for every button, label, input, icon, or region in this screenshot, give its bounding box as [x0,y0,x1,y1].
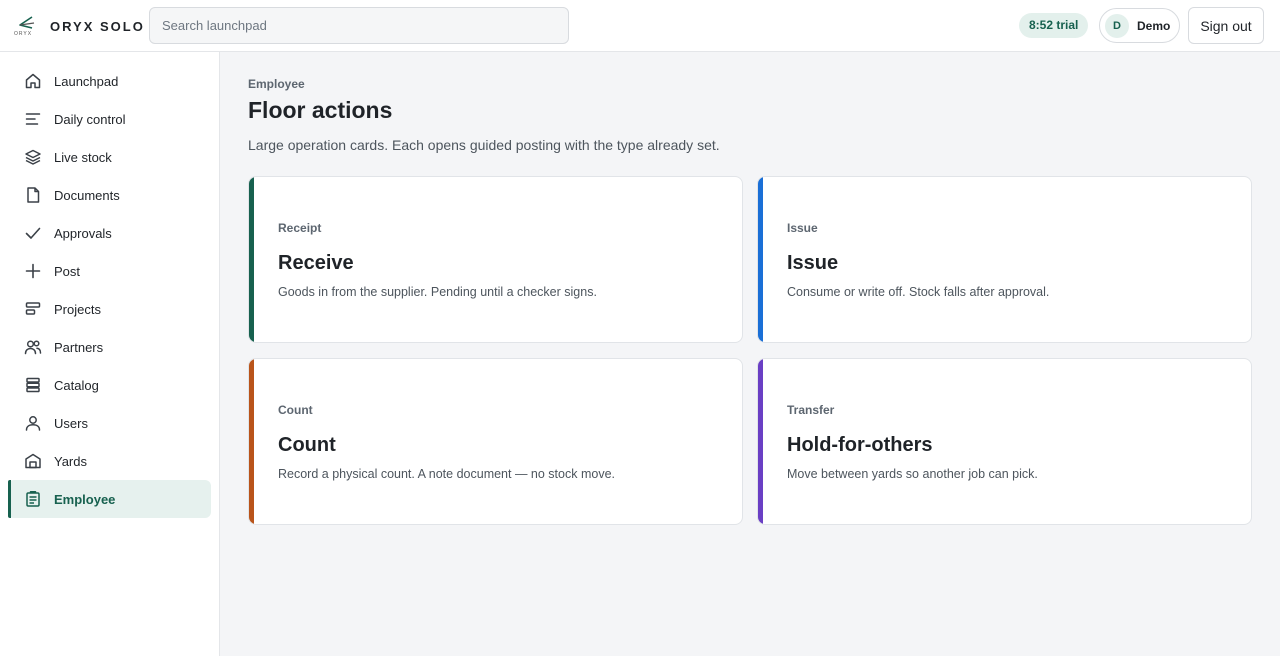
card-kind: Count [278,403,313,417]
sidebar-item-approvals[interactable]: Approvals [8,214,211,252]
card-issue[interactable]: Issue Issue Consume or write off. Stock … [757,176,1252,343]
main-content: Employee Floor actions Large operation c… [220,52,1280,656]
sidebar-item-employee[interactable]: Employee [8,480,211,518]
sidebar-item-label: Projects [54,301,101,317]
user-name: Demo [1137,18,1171,33]
logo-text: ORYX [14,31,33,37]
card-description: Record a physical count. A note document… [278,467,615,481]
breadcrumb: Employee [248,77,305,91]
card-description: Consume or write off. Stock falls after … [787,285,1050,299]
brand-name: ORYX SOLO [50,18,145,34]
home-icon [24,72,42,90]
sidebar-item-label: Live stock [54,149,112,165]
sidebar-item-launchpad[interactable]: Launchpad [8,62,211,100]
card-accent-bar [249,359,254,524]
sidebar-item-users[interactable]: Users [8,404,211,442]
projects-icon [24,300,42,318]
check-icon [24,224,42,242]
sidebar-item-documents[interactable]: Documents [8,176,211,214]
card-title: Issue [787,252,839,274]
sidebar-item-yards[interactable]: Yards [8,442,211,480]
sign-out-button[interactable]: Sign out [1188,7,1264,44]
layers-icon [24,148,42,166]
search-input[interactable] [149,7,569,44]
sidebar-item-label: Employee [54,491,116,507]
sidebar-item-label: Approvals [54,225,112,241]
oryx-logo-icon: ORYX [14,14,38,38]
card-kind: Transfer [787,403,835,417]
sidebar-item-label: Users [54,415,88,431]
sidebar-item-daily-control[interactable]: Daily control [8,100,211,138]
page-title: Floor actions [248,97,393,123]
card-title: Hold-for-others [787,434,933,456]
warehouse-icon [24,452,42,470]
sidebar: Launchpad Daily control Live stock Docum… [0,52,220,656]
avatar: D [1105,13,1129,38]
card-title: Count [278,434,336,456]
catalog-icon [24,376,42,394]
sidebar-item-label: Launchpad [54,73,119,89]
clipboard-icon [24,490,42,508]
brand[interactable]: ORYX ORYX SOLO [14,14,145,38]
card-description: Goods in from the supplier. Pending unti… [278,285,597,299]
plus-icon [24,262,42,280]
sidebar-item-partners[interactable]: Partners [8,328,211,366]
user-icon [24,414,42,432]
sidebar-item-label: Yards [54,453,87,469]
sidebar-item-post[interactable]: Post [8,252,211,290]
card-accent-bar [758,359,763,524]
sidebar-item-label: Post [54,263,81,279]
sidebar-item-label: Documents [54,187,120,203]
card-title: Receive [278,252,354,274]
lines-icon [24,110,42,128]
card-accent-bar [249,177,254,342]
sidebar-item-catalog[interactable]: Catalog [8,366,211,404]
trial-badge: 8:52 trial [1019,13,1089,38]
users-icon [24,338,42,356]
card-kind: Issue [787,221,818,235]
sidebar-item-projects[interactable]: Projects [8,290,211,328]
card-count[interactable]: Count Count Record a physical count. A n… [248,358,743,525]
sidebar-item-label: Catalog [54,377,99,393]
page-subtitle: Large operation cards. Each opens guided… [248,137,720,153]
card-accent-bar [758,177,763,342]
card-kind: Receipt [278,221,322,235]
card-receive[interactable]: Receipt Receive Goods in from the suppli… [248,176,743,343]
sidebar-item-label: Partners [54,339,104,355]
card-hold-for-others[interactable]: Transfer Hold-for-others Move between ya… [757,358,1252,525]
sidebar-item-label: Daily control [54,111,126,127]
top-bar: ORYX ORYX SOLO 8:52 trial D Demo Sign ou… [0,0,1280,52]
sidebar-item-live-stock[interactable]: Live stock [8,138,211,176]
file-icon [24,186,42,204]
card-description: Move between yards so another job can pi… [787,467,1038,481]
user-menu[interactable]: D Demo [1099,8,1180,43]
